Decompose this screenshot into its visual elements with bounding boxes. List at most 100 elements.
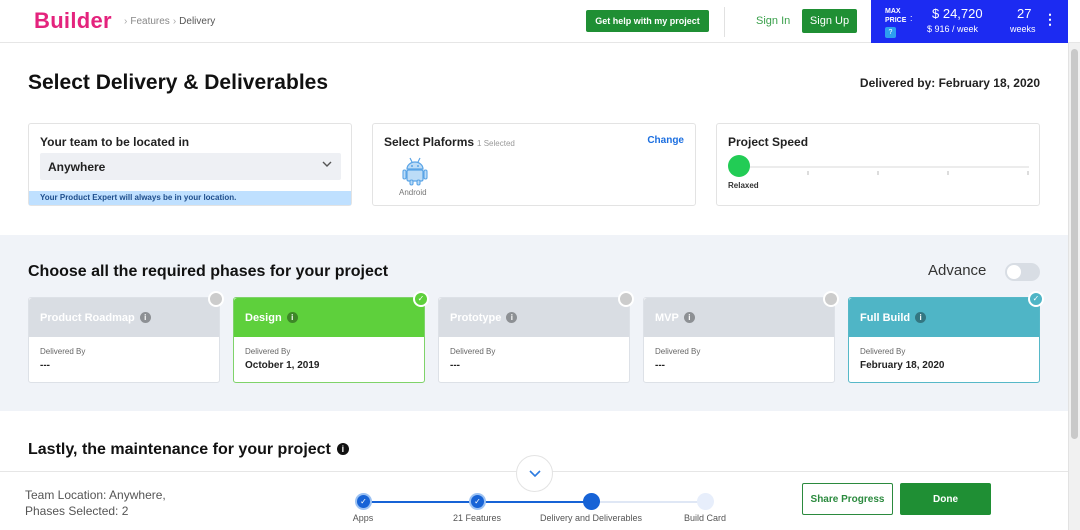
check-icon[interactable]: ✓ [413,291,429,307]
summary-location: Team Location: Anywhere, [25,488,166,502]
phase-card-product-roadmap[interactable]: Product Roadmap i Delivered By --- [28,291,224,383]
page-scrollbar[interactable] [1068,43,1080,530]
phase-delivered-label: Delivered By [655,347,701,356]
step-label-build-card[interactable]: Build Card [684,513,726,523]
phase-name: MVP i [655,312,695,324]
phase-select-indicator[interactable] [208,291,224,307]
android-label: Android [399,188,427,197]
phases-title: Choose all the required phases for your … [28,263,389,280]
scrollbar-thumb[interactable] [1071,49,1078,439]
phase-delivered-label: Delivered By [450,347,496,356]
chevron-down-icon [321,158,333,173]
check-icon[interactable]: ✓ [355,493,372,510]
location-select[interactable]: Anywhere [40,153,341,180]
location-card-title: Your team to be located in [40,135,190,149]
phase-delivered-value: February 18, 2020 [860,360,945,371]
speed-value-label: Relaxed [728,181,759,190]
breadcrumb-delivery: Delivery [179,16,216,27]
builder-logo[interactable]: Builder [34,8,112,34]
done-button[interactable]: Done [900,483,991,515]
weeks-count: 27 [1017,6,1032,21]
phase-name: Product Roadmap i [40,312,151,324]
breadcrumb-separator-icon: › [124,16,128,27]
speed-tick [947,171,949,175]
speed-slider-track[interactable] [737,166,1029,168]
speed-slider-handle[interactable] [728,155,750,177]
speed-tick [1027,171,1029,175]
info-icon: i [915,312,927,323]
breadcrumb: › Features › Delivery [121,16,215,27]
phase-select-indicator[interactable] [618,291,634,307]
platforms-selected-count: 1 Selected [477,139,515,148]
phase-delivered-value: --- [40,360,50,371]
breadcrumb-separator-icon: › [172,16,177,27]
delivered-by-date: Delivered by: February 18, 2020 [859,76,1040,90]
phase-card-full-build[interactable]: Full Build i Delivered By February 18, 20… [848,291,1044,383]
header-divider [724,7,725,37]
location-select-value: Anywhere [48,160,106,174]
speed-tick [807,171,809,175]
max-price-label: MAX PRICE [885,8,907,24]
speed-tick [877,171,879,175]
project-speed-card: Project Speed Relaxed [716,123,1040,206]
project-speed-title: Project Speed [728,135,809,149]
phase-header: Prototype i [439,298,629,337]
phase-delivered-label: Delivered By [245,347,291,356]
max-price-box: MAX PRICE : ? $ 24,720 $ 916 / week 27 we… [871,0,1068,43]
phase-card-prototype[interactable]: Prototype i Delivered By --- [438,291,634,383]
step-label-apps[interactable]: Apps [353,513,374,523]
phase-name: Full Build i [860,312,927,324]
page-title: Select Delivery & Deliverables [28,71,329,94]
phase-header: Full Build i [849,298,1039,337]
chevron-down-icon[interactable] [516,455,553,492]
step-label-features[interactable]: 21 Features [453,513,501,523]
advance-label: Advance [928,262,987,279]
selection-summary: Team Location: Anywhere, Phases Selected… [25,487,166,519]
top-header: Builder › Features › Delivery Get help with… [0,0,1080,43]
weekly-price: $ 916 / week [927,24,979,34]
platforms-card: Select Plaforms 1 Selected Change Android [372,123,696,206]
delivery-section: Select Delivery & Deliverables Delivered… [0,43,1068,235]
stepper-remaining-line [591,501,705,503]
max-price-value: $ 24,720 [932,6,983,21]
step-todo-dot[interactable] [697,493,714,510]
phases-section: Choose all the required phases for your … [0,235,1068,411]
phase-delivered-value: --- [655,360,665,371]
toggle-knob [1007,265,1021,279]
sign-up-button[interactable]: Sign Up [802,9,857,33]
phase-card-mvp[interactable]: MVP i Delivered By --- [643,291,839,383]
phase-header: Product Roadmap i [29,298,219,337]
help-icon[interactable]: ? [885,27,896,38]
platforms-card-title: Select Plaforms 1 Selected [384,135,515,149]
advance-toggle[interactable] [1005,263,1040,281]
max-price-colon: : [910,13,913,23]
step-label-delivery[interactable]: Delivery and Deliverables [540,513,642,523]
more-options-icon[interactable]: ⋮ [1043,11,1057,28]
phase-delivered-label: Delivered By [40,347,86,356]
summary-phases: Phases Selected: 2 [25,504,129,518]
phase-delivered-value: October 1, 2019 [245,360,320,371]
location-note: Your Product Expert will always be in yo… [29,191,351,205]
android-icon[interactable] [401,156,429,186]
phase-name: Design i [245,312,298,324]
check-icon[interactable]: ✓ [469,493,486,510]
phase-header: MVP i [644,298,834,337]
step-current-dot[interactable] [583,493,600,510]
check-icon[interactable]: ✓ [1028,291,1044,307]
info-icon: i [506,312,518,323]
info-icon: i [286,312,298,323]
phase-delivered-value: --- [450,360,460,371]
phase-name: Prototype i [450,312,518,324]
phase-delivered-label: Delivered By [860,347,906,356]
footer-bar: Team Location: Anywhere, Phases Selected… [0,455,1068,530]
sign-in-link[interactable]: Sign In [756,15,790,27]
phase-header: Design i [234,298,424,337]
info-icon[interactable]: i [336,443,349,455]
change-platforms-link[interactable]: Change [647,135,684,146]
breadcrumb-features[interactable]: Features [130,16,169,27]
phase-card-design[interactable]: Design i Delivered By October 1, 2019 ✓ [233,291,429,383]
phase-select-indicator[interactable] [823,291,839,307]
share-progress-button[interactable]: Share Progress [802,483,893,515]
weeks-label: weeks [1010,24,1036,34]
get-help-button[interactable]: Get help with my project [586,10,709,32]
